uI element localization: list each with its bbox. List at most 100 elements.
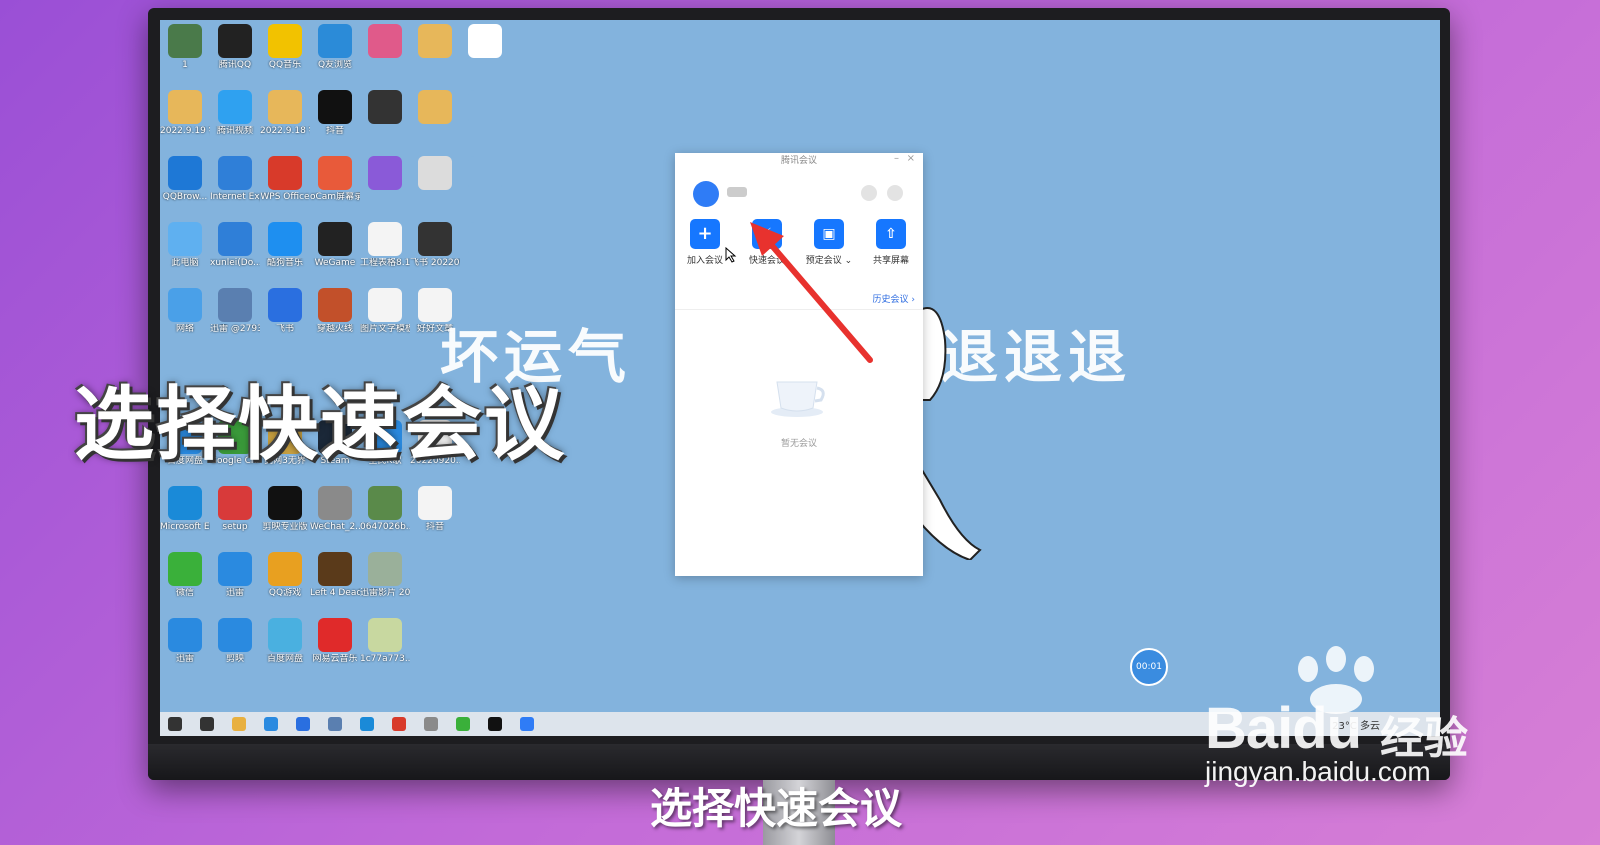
taskbar-app-icon[interactable] bbox=[424, 717, 438, 731]
desktop-icon[interactable]: 网易云音乐 bbox=[310, 618, 360, 665]
taskbar-app-icon[interactable] bbox=[392, 717, 406, 731]
desktop-icon[interactable]: 图片文字模板 bbox=[360, 288, 410, 335]
app-icon bbox=[168, 552, 202, 586]
desktop-icon[interactable]: WeGame bbox=[310, 222, 360, 269]
desktop-icon[interactable]: WeChat_2... bbox=[310, 486, 360, 533]
desktop-icon[interactable] bbox=[360, 90, 410, 126]
desktop-icon-label: 微信 bbox=[175, 588, 194, 598]
window-title: 腾讯会议 bbox=[780, 156, 817, 166]
taskbar-app-icon[interactable] bbox=[488, 717, 502, 731]
app-icon bbox=[268, 222, 302, 256]
taskbar-app-icon[interactable] bbox=[360, 717, 374, 731]
app-icon bbox=[218, 24, 252, 58]
taskbar-app-icon[interactable] bbox=[264, 717, 278, 731]
desktop-icon[interactable]: 抖音 bbox=[410, 486, 460, 533]
app-icon bbox=[268, 486, 302, 520]
desktop-icon[interactable] bbox=[410, 24, 460, 60]
app-icon bbox=[168, 618, 202, 652]
app-icon bbox=[218, 618, 252, 652]
desktop-icon[interactable]: 微信 bbox=[160, 552, 210, 599]
desktop-icon[interactable]: 迅雷影片 2022050... bbox=[360, 552, 410, 599]
desktop-icon[interactable]: setup bbox=[210, 486, 260, 533]
desktop-icon[interactable]: WPS Office bbox=[260, 156, 310, 203]
desktop-icon[interactable]: QQ游戏 bbox=[260, 552, 310, 599]
desktop-icon[interactable] bbox=[460, 156, 510, 192]
taskbar-app-icon[interactable] bbox=[328, 717, 342, 731]
minimize-button[interactable]: – bbox=[894, 153, 899, 164]
desktop-icon[interactable] bbox=[460, 90, 510, 126]
desktop-icon-label: 图片文字模板 bbox=[360, 324, 410, 334]
app-icon bbox=[468, 90, 502, 124]
desktop-icon-label: WeGame bbox=[314, 258, 356, 268]
taskbar-app-icon[interactable] bbox=[168, 717, 182, 731]
empty-meetings-text: 暂无会议 bbox=[780, 439, 817, 449]
desktop-icon[interactable]: 工程表格8.15 bbox=[360, 222, 410, 269]
desktop-icon-label: WeChat_2... bbox=[310, 522, 360, 532]
desktop-icon[interactable] bbox=[460, 24, 510, 60]
taskbar-app-icon[interactable] bbox=[200, 717, 214, 731]
app-icon bbox=[468, 24, 502, 58]
app-icon bbox=[318, 24, 352, 58]
taskbar-app-icon[interactable] bbox=[296, 717, 310, 731]
desktop-icon-label: 腾讯QQ bbox=[218, 60, 252, 70]
close-button[interactable]: × bbox=[907, 153, 915, 164]
plus-icon: + bbox=[690, 219, 720, 249]
desktop-icon[interactable] bbox=[410, 552, 460, 588]
settings-icon[interactable] bbox=[887, 185, 903, 201]
desktop-icon[interactable]: Q友浏览 bbox=[310, 24, 360, 71]
desktop-icon-label: 剪映 bbox=[225, 654, 244, 664]
app-icon bbox=[268, 24, 302, 58]
desktop-icon[interactable]: 抖音 bbox=[310, 90, 360, 137]
app-icon bbox=[418, 156, 452, 190]
desktop-icon[interactable]: 迅雷 bbox=[210, 552, 260, 599]
desktop-icon[interactable]: 腾讯QQ bbox=[210, 24, 260, 71]
desktop-icon[interactable]: 百度网盘 bbox=[260, 618, 310, 665]
desktop-icon[interactable]: 1 bbox=[160, 24, 210, 71]
desktop-icon-label: 迅雷 @279384... bbox=[210, 324, 260, 334]
mail-icon[interactable] bbox=[861, 185, 877, 201]
desktop-icon-label: QQBrow... bbox=[162, 192, 208, 202]
desktop-icon[interactable]: QQBrow... bbox=[160, 156, 210, 203]
desktop-icon-label: 1c77a773... bbox=[360, 654, 410, 664]
app-icon bbox=[468, 222, 502, 256]
desktop-icon[interactable]: 剪映 bbox=[210, 618, 260, 665]
desktop-icon[interactable]: 此电脑 bbox=[160, 222, 210, 269]
desktop-icon[interactable]: Microsoft Edge bbox=[160, 486, 210, 533]
desktop-icon[interactable] bbox=[360, 156, 410, 192]
desktop-icon[interactable]: 飞书 bbox=[260, 288, 310, 335]
desktop-icon[interactable]: 迅雷 @279384... bbox=[210, 288, 260, 335]
desktop-icon[interactable]: 飞书 20220920... bbox=[410, 222, 460, 269]
taskbar-app-icon[interactable] bbox=[520, 717, 534, 731]
recording-timer: 00:01 bbox=[1130, 648, 1168, 686]
desktop-icon-label: 此电脑 bbox=[171, 258, 199, 268]
desktop-icon[interactable] bbox=[410, 90, 460, 126]
desktop-icon[interactable]: 2022.9.18 学习… bbox=[260, 90, 310, 137]
paw-toe-3 bbox=[1354, 656, 1374, 682]
avatar[interactable] bbox=[693, 181, 719, 207]
desktop-icon[interactable]: 穿越火线 bbox=[310, 288, 360, 335]
desktop-icon[interactable]: oCam屏幕录像 bbox=[310, 156, 360, 203]
desktop-icon[interactable]: 2022.9.19 学习… bbox=[160, 90, 210, 137]
desktop-icon[interactable]: 0647026b... bbox=[360, 486, 410, 533]
paw-toe-1 bbox=[1298, 656, 1318, 682]
desktop-icon[interactable]: xunlei(Do... bbox=[210, 222, 260, 269]
app-icon bbox=[268, 552, 302, 586]
desktop-icon[interactable]: 酷狗音乐 bbox=[260, 222, 310, 269]
desktop-icon[interactable]: 1c77a773... bbox=[360, 618, 410, 665]
desktop-icon[interactable] bbox=[360, 24, 410, 60]
desktop-icon[interactable]: Internet Explorer bbox=[210, 156, 260, 203]
desktop-icon[interactable] bbox=[460, 222, 510, 258]
desktop-icon[interactable]: Left 4 Dead 2 bbox=[310, 552, 360, 599]
desktop-icon[interactable]: QQ音乐 bbox=[260, 24, 310, 71]
taskbar-app-icon[interactable] bbox=[456, 717, 470, 731]
desktop-icon[interactable]: 腾讯视频 bbox=[210, 90, 260, 137]
app-icon bbox=[368, 156, 402, 190]
desktop-icon[interactable] bbox=[410, 156, 460, 192]
app-icon bbox=[318, 552, 352, 586]
desktop-icon-label: Left 4 Dead 2 bbox=[310, 588, 360, 598]
desktop-icon[interactable]: 剪映专业版 bbox=[260, 486, 310, 533]
taskbar-app-icon[interactable] bbox=[232, 717, 246, 731]
desktop-icon[interactable]: 网络 bbox=[160, 288, 210, 335]
desktop-icon[interactable]: 迅雷 bbox=[160, 618, 210, 665]
app-icon bbox=[418, 90, 452, 124]
